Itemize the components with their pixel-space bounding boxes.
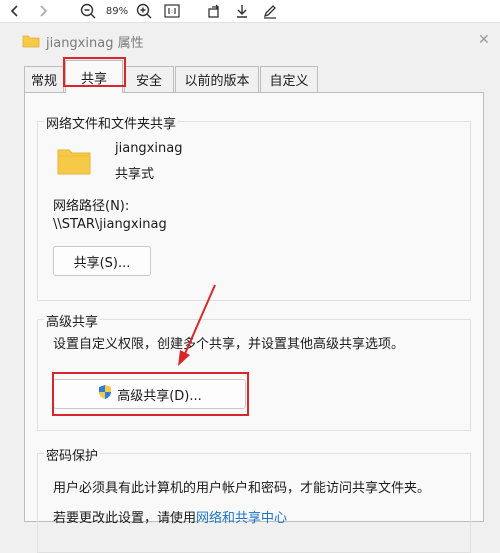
annotation-arrow — [178, 284, 216, 366]
